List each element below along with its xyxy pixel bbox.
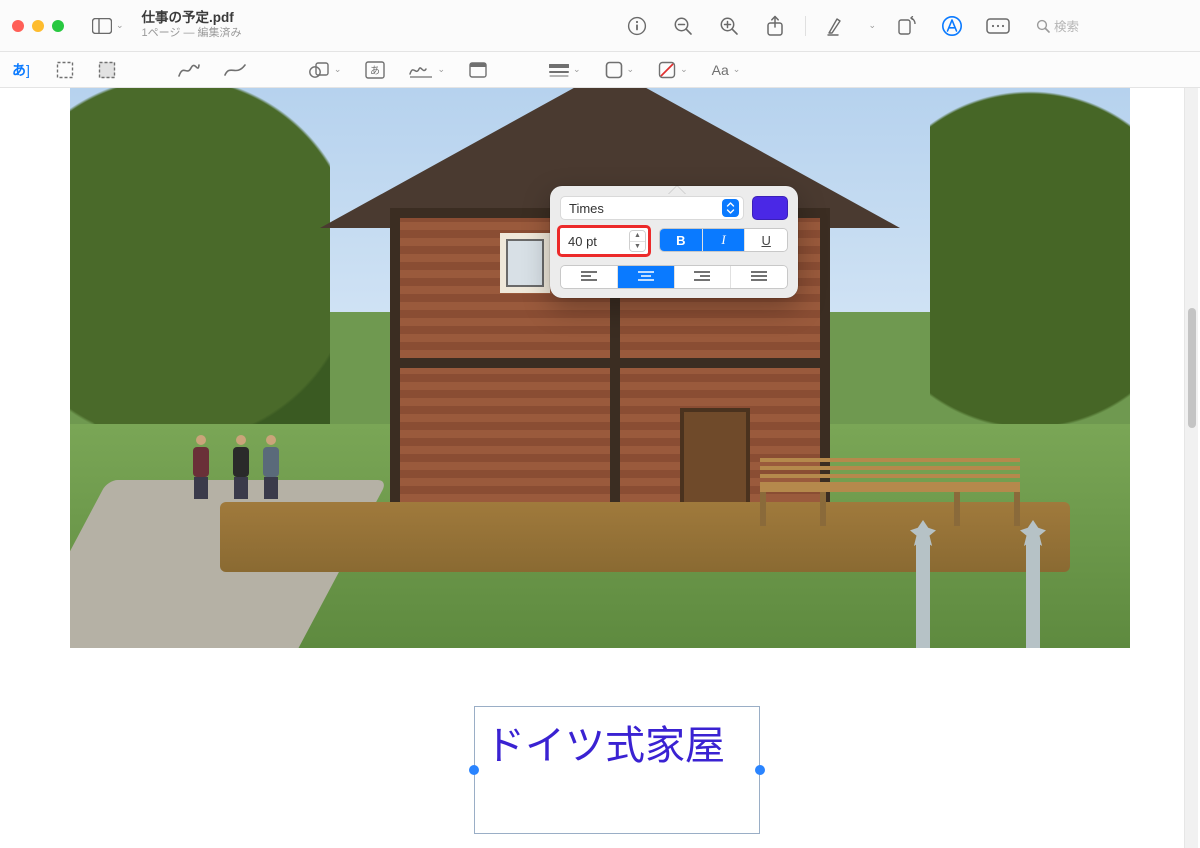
rect-select-tool[interactable]	[56, 61, 74, 79]
font-family-select[interactable]: Times	[560, 196, 744, 220]
chevron-down-icon: ⌄	[437, 64, 445, 75]
redact-button[interactable]	[982, 10, 1014, 42]
italic-button[interactable]: I	[703, 229, 746, 251]
document-image	[70, 88, 1130, 648]
font-icon: Aa	[712, 62, 729, 78]
text-annotation-content[interactable]: ドイツ式家屋	[475, 707, 759, 777]
sidebar-icon	[92, 18, 112, 34]
draw-tool[interactable]	[224, 62, 246, 78]
share-icon	[766, 15, 784, 37]
note-tool[interactable]	[469, 62, 487, 78]
sketch-icon	[178, 62, 200, 78]
zoom-in-button[interactable]	[713, 10, 745, 42]
document-subtitle: 1ページ — 編集済み	[142, 27, 242, 41]
font-style-menu[interactable]: Aa ⌄	[712, 62, 741, 78]
info-icon	[627, 16, 647, 36]
underline-button[interactable]: U	[745, 229, 787, 251]
zoom-out-button[interactable]	[667, 10, 699, 42]
text-box-tool[interactable]: あ	[365, 61, 385, 79]
font-size-down[interactable]: ▼	[630, 242, 645, 252]
shapes-icon	[308, 61, 330, 79]
font-size-field[interactable]: 40 pt ▲ ▼	[557, 225, 651, 257]
text-tool-button[interactable]: あ]	[12, 60, 30, 80]
fill-color-menu[interactable]: ⌄	[658, 61, 688, 79]
highlight-button[interactable]	[820, 10, 852, 42]
search-field[interactable]: 検索	[1028, 13, 1188, 39]
text-style-segment: B I U	[659, 228, 788, 252]
font-style-popover: Times 40 pt ▲ ▼ B I U	[550, 186, 798, 298]
sketch-tool[interactable]	[178, 62, 200, 78]
select-stepper-icon	[722, 199, 739, 217]
fill-color-icon	[658, 61, 676, 79]
font-family-value: Times	[569, 201, 604, 216]
toolbar-right: ⌄ 検索	[621, 10, 1188, 42]
window-controls	[12, 20, 64, 32]
markup-toggle-button[interactable]	[936, 10, 968, 42]
chevron-down-icon: ⌄	[334, 64, 342, 75]
search-placeholder: 検索	[1054, 16, 1079, 35]
svg-text:あ: あ	[370, 65, 380, 77]
draw-icon	[224, 62, 246, 78]
rect-select-icon	[56, 61, 74, 79]
chevron-down-icon: ⌄	[627, 64, 635, 75]
lasso-select-icon	[98, 61, 116, 79]
text-align-segment	[560, 265, 788, 289]
note-icon	[469, 62, 487, 78]
zoom-out-icon	[673, 16, 693, 36]
border-color-menu[interactable]: ⌄	[605, 61, 635, 79]
markup-icon	[941, 15, 963, 37]
lasso-select-tool[interactable]	[98, 61, 116, 79]
sign-tool[interactable]: ⌄	[409, 62, 445, 78]
document-title: 仕事の予定.pdf	[142, 10, 242, 27]
bold-button[interactable]: B	[660, 229, 703, 251]
chevron-down-icon: ⌄	[116, 20, 124, 31]
resize-handle-left[interactable]	[469, 765, 479, 775]
textbox-icon: あ	[365, 61, 385, 79]
chevron-down-icon: ⌄	[573, 64, 581, 75]
titlebar: ⌄ 仕事の予定.pdf 1ページ — 編集済み ⌄	[0, 0, 1200, 52]
resize-handle-right[interactable]	[755, 765, 765, 775]
align-left-button[interactable]	[561, 266, 618, 288]
separator	[805, 16, 806, 36]
document-canvas[interactable]: ドイツ式家屋 Times 40 pt ▲ ▼	[0, 88, 1200, 848]
highlight-icon	[826, 16, 846, 36]
chevron-down-icon[interactable]: ⌄	[868, 20, 876, 31]
magnifier-icon	[1036, 19, 1050, 33]
info-button[interactable]	[621, 10, 653, 42]
text-annotation[interactable]: ドイツ式家屋	[474, 706, 760, 834]
close-window-button[interactable]	[12, 20, 24, 32]
rotate-button[interactable]	[890, 10, 922, 42]
share-button[interactable]	[759, 10, 791, 42]
border-color-icon	[605, 61, 623, 79]
markup-toolbar: あ] ⌄ あ ⌄	[0, 52, 1200, 88]
align-justify-icon	[751, 271, 767, 283]
zoom-window-button[interactable]	[52, 20, 64, 32]
chevron-down-icon: ⌄	[733, 64, 741, 75]
rotate-icon	[896, 16, 916, 36]
document-title-group: 仕事の予定.pdf 1ページ — 編集済み	[142, 10, 242, 41]
align-right-icon	[694, 271, 710, 283]
stroke-icon	[549, 63, 569, 77]
shapes-menu[interactable]: ⌄	[308, 61, 342, 79]
text-color-swatch[interactable]	[752, 196, 788, 220]
chevron-down-icon: ⌄	[680, 64, 688, 75]
font-size-up[interactable]: ▲	[630, 231, 645, 242]
minimize-window-button[interactable]	[32, 20, 44, 32]
sign-icon	[409, 62, 433, 78]
align-center-icon	[638, 271, 654, 283]
align-justify-button[interactable]	[731, 266, 787, 288]
align-right-button[interactable]	[675, 266, 732, 288]
stroke-menu[interactable]: ⌄	[549, 63, 581, 77]
font-size-stepper[interactable]: ▲ ▼	[629, 230, 646, 252]
redact-icon	[986, 18, 1010, 34]
zoom-in-icon	[719, 16, 739, 36]
align-center-button[interactable]	[618, 266, 675, 288]
align-left-icon	[581, 271, 597, 283]
sidebar-toggle-button[interactable]: ⌄	[92, 18, 124, 34]
scroll-thumb[interactable]	[1188, 308, 1196, 428]
font-size-value: 40 pt	[568, 234, 597, 249]
vertical-scrollbar[interactable]	[1184, 88, 1198, 848]
